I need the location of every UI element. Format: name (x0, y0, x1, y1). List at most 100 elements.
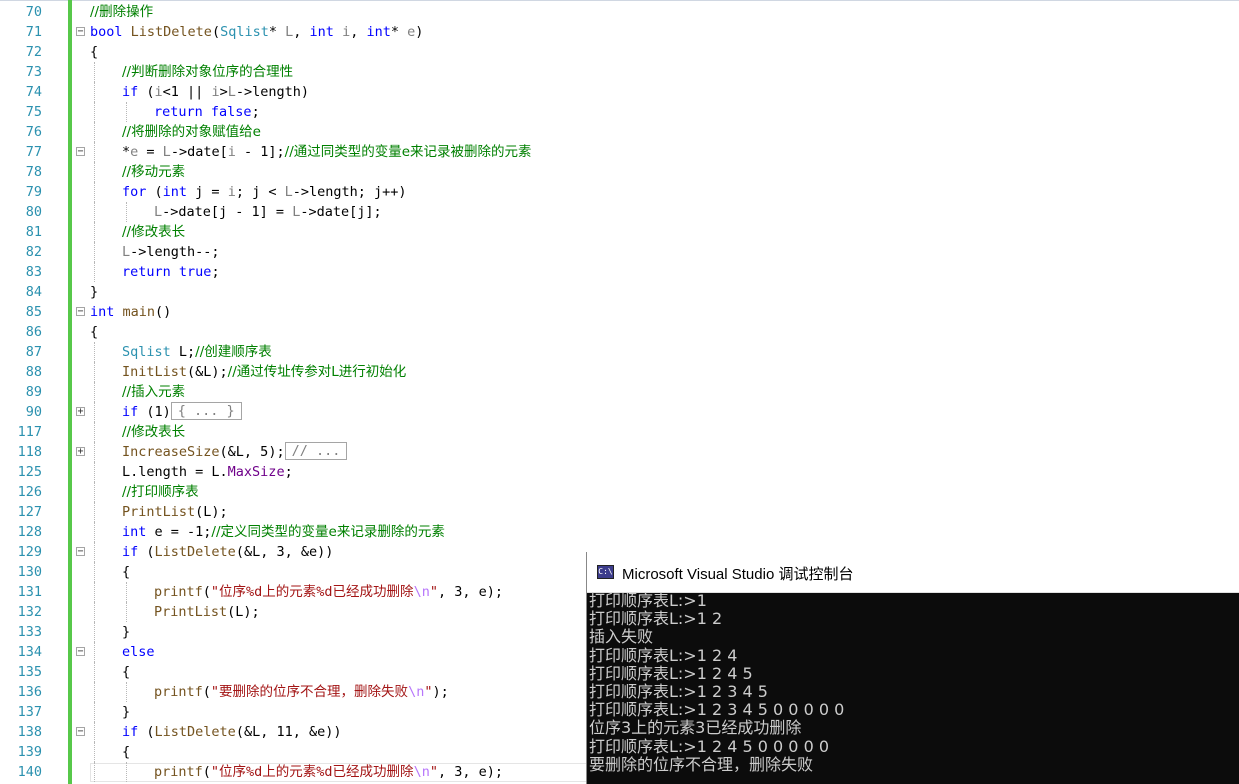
expand-outline-icon[interactable]: + (76, 447, 85, 457)
code-token: //定义同类型的变量e来记录删除的元素 (211, 524, 445, 540)
code-line[interactable]: 85 − int main() (0, 302, 1239, 322)
code-line[interactable]: 76 //将删除的对象赋值给e (0, 122, 1239, 142)
code-token: <1 || (162, 84, 212, 100)
code-line[interactable]: 75 return false; (0, 102, 1239, 122)
code-line[interactable]: 78 //移动元素 (0, 162, 1239, 182)
code-line[interactable]: 87 Sqlist L;//创建顺序表 (0, 342, 1239, 362)
code-token: printf (154, 684, 203, 700)
code-text: //修改表长 (122, 422, 185, 442)
code-token: for (122, 184, 147, 200)
console-title-bar[interactable]: C:\ Microsoft Visual Studio 调试控制台 (587, 552, 1239, 593)
code-text: bool ListDelete(Sqlist* L, int i, int* e… (90, 22, 423, 42)
code-line[interactable]: 81 //修改表长 (0, 222, 1239, 242)
code-token: int (162, 184, 188, 200)
code-text: //将删除的对象赋值给e (122, 122, 261, 142)
debug-console-window[interactable]: C:\ Microsoft Visual Studio 调试控制台 打印顺序表L… (587, 552, 1239, 784)
collapsed-region[interactable]: // ... (284, 442, 348, 460)
code-line[interactable]: 90 + if (1){ ... } (0, 402, 1239, 422)
line-number: 134 (17, 644, 42, 660)
code-text: L.length = L.MaxSize; (122, 462, 293, 482)
code-token: if (122, 724, 139, 740)
code-line[interactable]: 84} (0, 282, 1239, 302)
code-line[interactable]: 88 InitList(&L);//通过传址传参对L进行初始化 (0, 362, 1239, 382)
console-line: 打印顺序表L:>1 2 (589, 609, 723, 629)
code-token: int (122, 524, 147, 540)
line-number: 118 (17, 444, 42, 460)
code-line[interactable]: 77 − *e = L->date[i - 1];//通过同类型的变量e来记录被删除… (0, 142, 1239, 162)
line-number: 125 (17, 464, 42, 480)
code-token: else (122, 644, 155, 660)
code-line[interactable]: 72 { (0, 42, 1239, 62)
line-number: 137 (17, 704, 42, 720)
code-token: PrintList (154, 604, 228, 620)
code-line[interactable]: 70 //删除操作 (0, 2, 1239, 22)
code-token: , (293, 24, 310, 40)
code-text: printf("位序%d上的元素%d已经成功删除\n", 3, e); (154, 582, 503, 602)
code-line[interactable]: 127 PrintList(L); (0, 502, 1239, 522)
code-text: //移动元素 (122, 162, 185, 182)
code-token: Sqlist (122, 344, 171, 360)
collapse-outline-icon[interactable]: − (76, 647, 85, 657)
indent-guide (126, 762, 127, 782)
code-token: (&L, 3, &e)) (235, 544, 334, 560)
code-token: //打印顺序表 (122, 484, 199, 500)
code-line[interactable]: 79 for (int j = i; j < L->length; j++) (0, 182, 1239, 202)
code-line[interactable]: 71 − bool ListDelete(Sqlist* L, int i, int… (0, 22, 1239, 42)
indent-guide (94, 242, 95, 262)
code-token: ->date[j]; (300, 204, 382, 220)
collapse-outline-icon[interactable]: − (76, 27, 85, 37)
code-token: \n (408, 684, 425, 700)
code-token: { (90, 324, 99, 340)
collapse-outline-icon[interactable]: − (76, 147, 85, 157)
code-text: } (122, 622, 130, 642)
line-number: 75 (25, 104, 42, 120)
code-text: { (122, 662, 130, 682)
code-line[interactable]: 83 return true; (0, 262, 1239, 282)
code-token: ( (202, 684, 211, 700)
indent-guide (94, 162, 95, 182)
collapse-outline-icon[interactable]: − (76, 727, 85, 737)
code-text: //插入元素 (122, 382, 185, 402)
code-line[interactable]: 80 L->date[j - 1] = L->date[j]; (0, 202, 1239, 222)
console-line: 位序3上的元素3已经成功删除 (589, 718, 802, 738)
code-token: j = (187, 184, 228, 200)
code-token: true (178, 264, 212, 280)
code-token: if (122, 84, 139, 100)
indent-guide (94, 682, 95, 702)
indent-guide (126, 202, 127, 222)
code-token: "位序%d上的元素%d已经成功删除 (210, 584, 414, 600)
console-line: 打印顺序表L:>1 2 4 5 (589, 663, 753, 683)
code-line[interactable]: 89 //插入元素 (0, 382, 1239, 402)
code-line[interactable]: 118 + IncreaseSize(&L, 5);// ... (0, 442, 1239, 462)
indent-guide (94, 522, 95, 542)
collapse-outline-icon[interactable]: − (76, 547, 85, 557)
collapsed-region[interactable]: { ... } (170, 402, 242, 420)
collapse-outline-icon[interactable]: − (76, 307, 85, 317)
code-line[interactable]: 82 L->length--; (0, 242, 1239, 262)
console-output[interactable]: 打印顺序表L:>1 打印顺序表L:>1 2 插入失败 打印顺序表L:>1 2 4 打印顺… (589, 591, 1237, 774)
code-token: InitList (122, 364, 188, 380)
indent-guide (126, 102, 127, 122)
code-token: ( (202, 764, 211, 780)
code-line[interactable]: 73 //判断删除对象位序的合理性 (0, 62, 1239, 82)
code-token: (L); (227, 604, 260, 620)
code-token: printf (154, 764, 203, 780)
code-line[interactable]: 86 { (0, 322, 1239, 342)
code-token: int (309, 24, 334, 40)
code-line[interactable]: 74 if (i<1 || i>L->length) (0, 82, 1239, 102)
indent-guide (94, 622, 95, 642)
code-line[interactable]: 117 //修改表长 (0, 422, 1239, 442)
code-text: { (90, 42, 98, 62)
line-number: 136 (17, 684, 42, 700)
code-token: (&L, 5); (219, 444, 285, 460)
code-token: //插入元素 (122, 384, 186, 400)
line-number: 132 (17, 604, 42, 620)
code-line[interactable]: 128 int e = -1;//定义同类型的变量e来记录删除的元素 (0, 522, 1239, 542)
code-line[interactable]: 126 //打印顺序表 (0, 482, 1239, 502)
expand-outline-icon[interactable]: + (76, 407, 85, 417)
code-line[interactable]: 125 L.length = L.MaxSize; (0, 462, 1239, 482)
code-text: int main() (90, 302, 171, 322)
code-token: Sqlist (220, 24, 269, 40)
